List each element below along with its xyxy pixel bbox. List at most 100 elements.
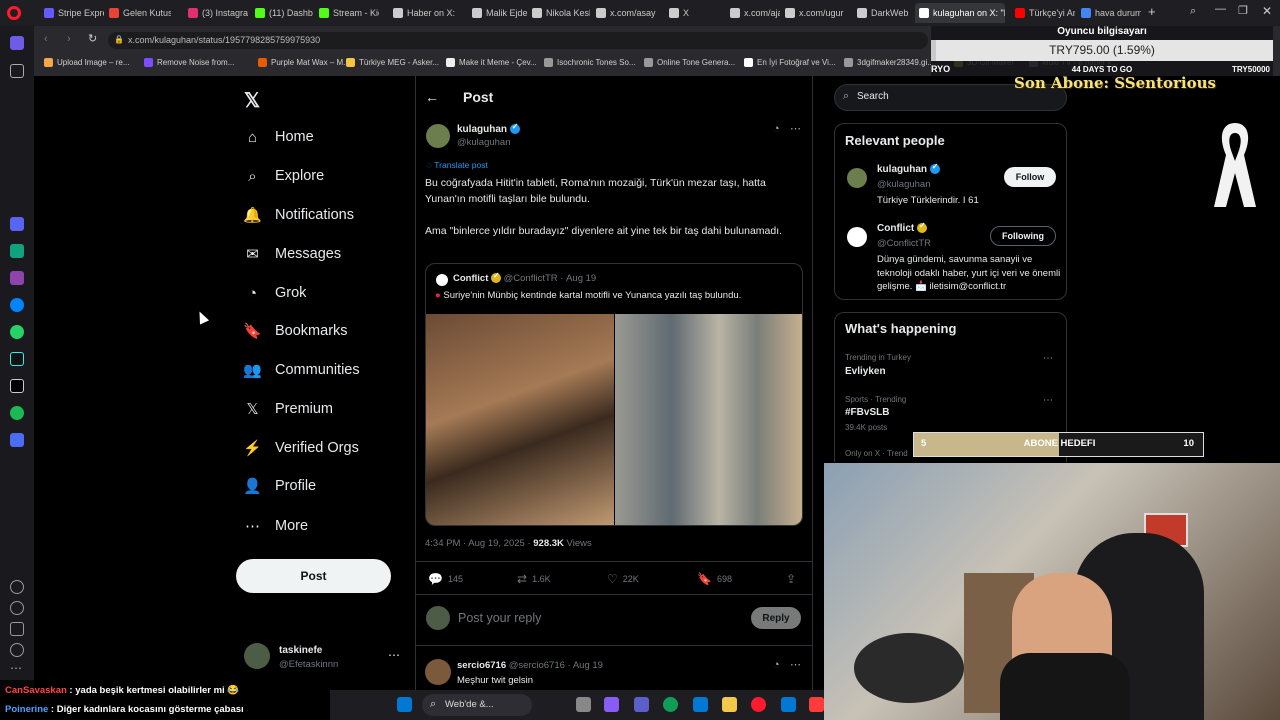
share-action[interactable]: ⇪ bbox=[786, 572, 796, 586]
tiktok-icon[interactable] bbox=[10, 352, 24, 366]
heart-icon[interactable] bbox=[10, 580, 24, 594]
chatgpt-icon[interactable] bbox=[10, 244, 24, 258]
url-field[interactable]: 🔒 x.com/kulaguhan/status/195779828575997… bbox=[108, 32, 928, 49]
nav-item-grok[interactable]: ◔ Grok bbox=[244, 281, 306, 305]
star-icon[interactable] bbox=[10, 64, 24, 78]
nav-item-communities[interactable]: 👥 Communities bbox=[243, 358, 359, 382]
browser-tab[interactable]: Malik Ejder o bbox=[472, 3, 528, 23]
reply-button[interactable]: Reply bbox=[751, 607, 801, 629]
taskbar-search[interactable]: ⌕ Web'de &... bbox=[422, 694, 532, 716]
app-icon[interactable] bbox=[809, 697, 824, 712]
sidebar-more-icon[interactable]: ⋯ bbox=[10, 661, 22, 675]
trend-topic[interactable]: Evliyken bbox=[845, 366, 886, 377]
browser-tab[interactable]: Stripe Expres bbox=[44, 3, 104, 23]
browser-tab[interactable]: Haber on X: bbox=[393, 3, 455, 23]
outlook-icon[interactable] bbox=[781, 697, 796, 712]
browser-tab[interactable]: X bbox=[669, 3, 724, 23]
back-icon[interactable]: ← bbox=[425, 89, 439, 105]
follow-button[interactable]: Follow bbox=[1004, 167, 1056, 187]
browser-tab[interactable]: x.com/asayi bbox=[596, 3, 656, 23]
copilot-icon[interactable] bbox=[604, 697, 619, 712]
browser-tab[interactable]: Türkçe'yi An bbox=[1015, 3, 1075, 23]
bookmark-item[interactable]: En İyi Fotoğraf ve Vi... bbox=[744, 58, 836, 67]
person-avatar[interactable] bbox=[847, 168, 867, 188]
browser-tab[interactable]: (3) Instagram bbox=[188, 3, 248, 23]
like-action[interactable]: ♡ 22K bbox=[607, 572, 639, 586]
edge-icon[interactable] bbox=[663, 697, 678, 712]
explorer-icon[interactable] bbox=[722, 697, 737, 712]
spotify-icon[interactable] bbox=[10, 406, 24, 420]
history-icon[interactable] bbox=[10, 601, 24, 615]
tab-search-icon[interactable]: ⌕ bbox=[1190, 5, 1196, 18]
browser-tab[interactable]: hava durum bbox=[1081, 3, 1141, 23]
nav-item-premium[interactable]: 𝕏 Premium bbox=[244, 397, 333, 421]
quoted-post[interactable]: Conflict @ConflictTR · Aug 19 ● Suriye'n… bbox=[425, 263, 803, 526]
grok-icon[interactable]: ◔ bbox=[773, 123, 780, 135]
opera-logo-icon[interactable] bbox=[7, 6, 21, 20]
browser-tab[interactable]: Gelen Kutusu bbox=[109, 3, 171, 23]
following-button[interactable]: Following bbox=[990, 226, 1056, 246]
cs-icon[interactable] bbox=[10, 271, 24, 285]
browser-tab[interactable]: x.com/ajans bbox=[730, 3, 780, 23]
browser-tab[interactable]: kulaguhan on X: "Bu bbox=[915, 3, 1005, 23]
settings-icon[interactable] bbox=[10, 622, 24, 636]
reply1-menu-icon[interactable]: ⋯ bbox=[790, 658, 801, 671]
repost-action[interactable]: ⇄ 1.6K bbox=[517, 572, 551, 586]
messenger-icon[interactable] bbox=[10, 298, 24, 312]
author-avatar[interactable] bbox=[426, 124, 450, 148]
nav-item-profile[interactable]: 👤 Profile bbox=[243, 474, 316, 498]
back-arrow-icon[interactable]: ‹ bbox=[44, 33, 48, 45]
forward-arrow-icon[interactable]: › bbox=[67, 33, 71, 45]
store-icon[interactable] bbox=[693, 697, 708, 712]
close-window-icon[interactable]: ✕ bbox=[1262, 4, 1272, 18]
trend-topic[interactable]: #FBvSLB bbox=[845, 407, 889, 418]
nav-item-home[interactable]: ⌂ Home bbox=[244, 125, 314, 149]
browser-tab[interactable]: Stream - Kic bbox=[319, 3, 379, 23]
x-logo-icon[interactable]: 𝕏 bbox=[244, 88, 260, 113]
post-button[interactable]: Post bbox=[236, 559, 391, 593]
bookmark-item[interactable]: Upload Image – re... bbox=[44, 58, 129, 67]
nav-item-explore[interactable]: ⌕ Explore bbox=[244, 164, 324, 188]
account-menu-icon[interactable]: ⋯ bbox=[388, 648, 400, 662]
nav-item-more[interactable]: ⋯ More bbox=[244, 514, 308, 538]
bookmark-action[interactable]: 🔖 698 bbox=[697, 572, 732, 586]
account-avatar[interactable] bbox=[244, 643, 270, 669]
reply-input[interactable]: Post your reply bbox=[458, 611, 541, 625]
browser-tab[interactable]: Nikola Kesla bbox=[532, 3, 590, 23]
reply1-avatar[interactable] bbox=[425, 659, 451, 685]
reload-icon[interactable]: ↻ bbox=[88, 32, 97, 45]
whatsapp-icon[interactable] bbox=[10, 325, 24, 339]
browser-tab[interactable]: x.com/ugur bbox=[785, 3, 851, 23]
task-view-icon[interactable] bbox=[576, 697, 591, 712]
browser-tab[interactable]: DarkWeb H bbox=[857, 3, 909, 23]
opera-taskbar-icon[interactable] bbox=[751, 697, 766, 712]
maximize-icon[interactable]: ❐ bbox=[1238, 4, 1248, 17]
bookmark-item[interactable]: Make it Meme - Çev... bbox=[446, 58, 537, 67]
home-icon[interactable] bbox=[10, 36, 24, 50]
bookmark-item[interactable]: Online Tone Genera... bbox=[644, 58, 735, 67]
aria-icon[interactable] bbox=[10, 217, 24, 231]
nav-item-messages[interactable]: ✉ Messages bbox=[244, 242, 341, 266]
minimize-icon[interactable]: — bbox=[1215, 3, 1226, 15]
nav-item-bookmarks[interactable]: 🔖 Bookmarks bbox=[243, 319, 347, 343]
translate-link[interactable]: ◌ Translate post bbox=[427, 160, 488, 170]
person-name[interactable]: kulaguhan bbox=[877, 162, 940, 175]
quote-image-1[interactable] bbox=[426, 314, 614, 525]
reply1-grok-icon[interactable]: ◔ bbox=[773, 659, 780, 671]
bookmark-item[interactable]: Purple Mat Wax – M... bbox=[258, 58, 350, 67]
x-icon[interactable] bbox=[10, 379, 24, 393]
new-tab-icon[interactable]: + bbox=[1148, 4, 1156, 19]
start-icon[interactable] bbox=[397, 697, 412, 712]
nav-item-verified-orgs[interactable]: ⚡ Verified Orgs bbox=[243, 436, 359, 460]
nav-item-notifications[interactable]: 🔔 Notifications bbox=[243, 203, 354, 227]
bookmark-item[interactable]: Isochronic Tones So... bbox=[544, 58, 636, 67]
bookmark-item[interactable]: 3dgifmaker28349.gi... bbox=[844, 58, 934, 67]
teams-icon[interactable] bbox=[634, 697, 649, 712]
post-menu-icon[interactable]: ⋯ bbox=[790, 122, 801, 135]
browser-tab[interactable]: (11) Dashboa bbox=[255, 3, 313, 23]
trend-menu-icon[interactable]: ⋯ bbox=[1043, 395, 1053, 406]
bookmark-item[interactable]: Remove Noise from... bbox=[144, 58, 234, 67]
person-avatar[interactable] bbox=[847, 227, 867, 247]
trend-menu-icon[interactable]: ⋯ bbox=[1043, 353, 1053, 364]
author-name[interactable]: kulaguhan bbox=[457, 122, 520, 135]
